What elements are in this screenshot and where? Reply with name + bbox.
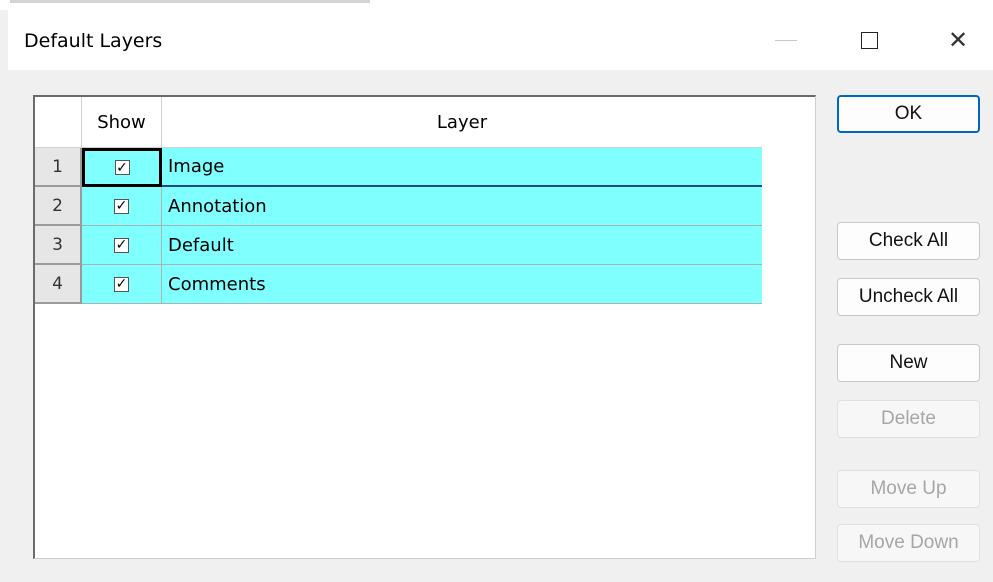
layer-name-cell[interactable]: Annotation (162, 187, 762, 226)
minimize-button[interactable] (766, 22, 806, 58)
move-up-button[interactable]: Move Up (837, 470, 980, 508)
layer-name-cell[interactable]: Image (162, 148, 762, 187)
background-window-title (10, 0, 370, 3)
show-cell[interactable]: ✓ (82, 148, 162, 187)
row-number[interactable]: 3 (35, 226, 82, 265)
show-cell[interactable]: ✓ (82, 187, 162, 226)
layers-grid[interactable]: Show Layer 1 ✓ Image 2 ✓ Annotation 3 ✓ … (33, 95, 816, 559)
row-number[interactable]: 4 (35, 265, 82, 304)
check-all-button[interactable]: Check All (837, 222, 980, 260)
maximize-icon (860, 31, 878, 49)
window-title: Default Layers (24, 30, 163, 52)
show-cell[interactable]: ✓ (82, 226, 162, 265)
delete-button[interactable]: Delete (837, 400, 980, 438)
minimize-icon (775, 39, 797, 41)
dialog-body: Show Layer 1 ✓ Image 2 ✓ Annotation 3 ✓ … (8, 70, 993, 582)
grid-corner-header (35, 97, 82, 148)
show-cell[interactable]: ✓ (82, 265, 162, 304)
new-button[interactable]: New (837, 344, 980, 382)
checkbox-checked-icon[interactable]: ✓ (114, 198, 129, 214)
checkbox-checked-icon[interactable]: ✓ (114, 160, 130, 175)
row-number[interactable]: 2 (35, 187, 82, 226)
checkbox-checked-icon[interactable]: ✓ (114, 276, 129, 292)
background-window-strip (0, 0, 993, 10)
close-button[interactable]: ✕ (938, 22, 978, 58)
layer-name-cell[interactable]: Default (162, 226, 762, 265)
uncheck-all-button[interactable]: Uncheck All (837, 278, 980, 316)
title-bar: Default Layers ✕ (8, 10, 993, 70)
maximize-button[interactable] (849, 22, 889, 58)
row-number[interactable]: 1 (35, 148, 82, 187)
column-header-show[interactable]: Show (82, 97, 162, 148)
move-down-button[interactable]: Move Down (837, 524, 980, 562)
layer-name-cell[interactable]: Comments (162, 265, 762, 304)
ok-button[interactable]: OK (837, 95, 980, 133)
close-icon: ✕ (947, 26, 969, 54)
column-header-layer[interactable]: Layer (162, 97, 762, 148)
checkbox-checked-icon[interactable]: ✓ (114, 237, 129, 253)
